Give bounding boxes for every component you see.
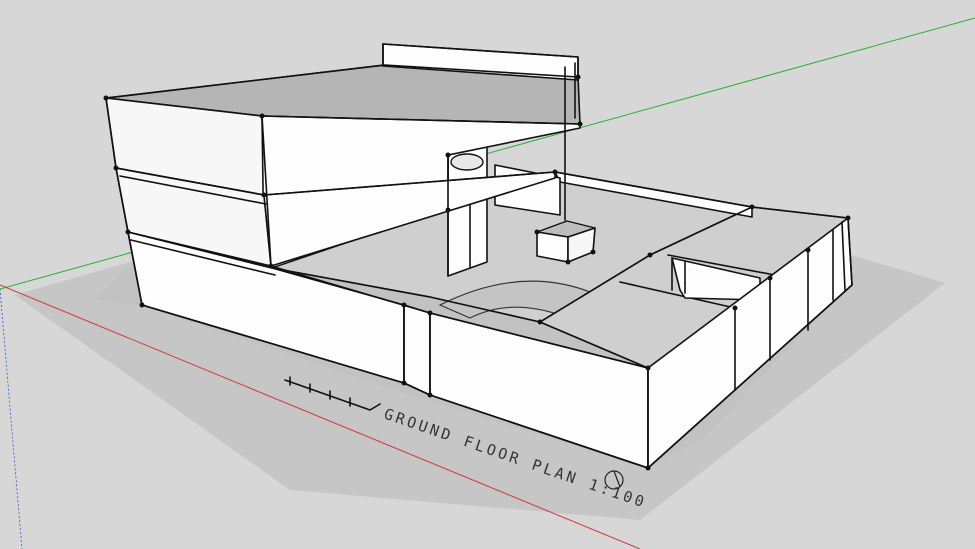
model-scene[interactable]: GROUND FLOOR PLAN 1:100 xyxy=(0,0,975,549)
blue-axis xyxy=(0,288,23,549)
roof-box-front xyxy=(536,231,569,263)
front-wall-center xyxy=(403,304,431,396)
column-top xyxy=(450,153,484,171)
3d-modeling-viewport[interactable]: GROUND FLOOR PLAN 1:100 xyxy=(0,0,975,549)
